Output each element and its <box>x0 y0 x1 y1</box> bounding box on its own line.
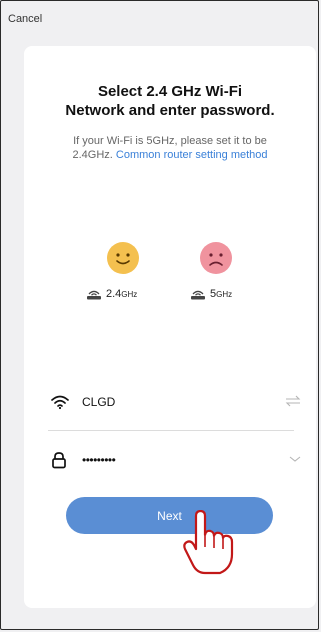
lock-icon <box>52 452 66 469</box>
title-line-1: Select 2.4 GHz Wi-Fi <box>97 83 243 100</box>
chevron-down-icon[interactable] <box>288 454 302 464</box>
band-2-4-label: 2.4GHz <box>106 288 138 300</box>
field-divider <box>48 430 294 431</box>
title-line-2: Network and enter password. <box>65 102 275 119</box>
band-5-label: 5GHz <box>210 288 233 300</box>
tap-hand-icon <box>183 510 234 575</box>
router-icon <box>191 290 205 300</box>
band-5ghz: 5GHz <box>190 288 232 300</box>
wifi-ssid: CLGD <box>82 395 116 409</box>
router-setting-link[interactable]: Common router setting method <box>116 149 268 161</box>
happy-face-icon <box>107 242 139 274</box>
page-title: Select 2.4 GHz Wi-Fi Network and enter p… <box>24 82 316 120</box>
router-icon <box>87 290 101 300</box>
hint-text: If your Wi-Fi is 5GHz, please set it to … <box>24 134 316 162</box>
hint-line-2: 2.4GHz. Common router setting method <box>24 148 316 162</box>
hint-line-1: If your Wi-Fi is 5GHz, please set it to … <box>73 135 267 147</box>
password-input[interactable]: ••••••••• <box>82 453 116 467</box>
sad-face-icon <box>200 242 232 274</box>
password-row[interactable]: ••••••••• <box>50 448 302 472</box>
band-2-4ghz: 2.4GHz <box>86 288 137 300</box>
wifi-icon <box>51 395 69 410</box>
cancel-button[interactable]: Cancel <box>8 13 42 25</box>
hint-prefix: 2.4GHz. <box>72 149 113 161</box>
swap-icon[interactable] <box>284 394 302 408</box>
next-button[interactable]: Next <box>66 497 273 534</box>
wifi-network-row[interactable]: CLGD <box>50 390 302 414</box>
